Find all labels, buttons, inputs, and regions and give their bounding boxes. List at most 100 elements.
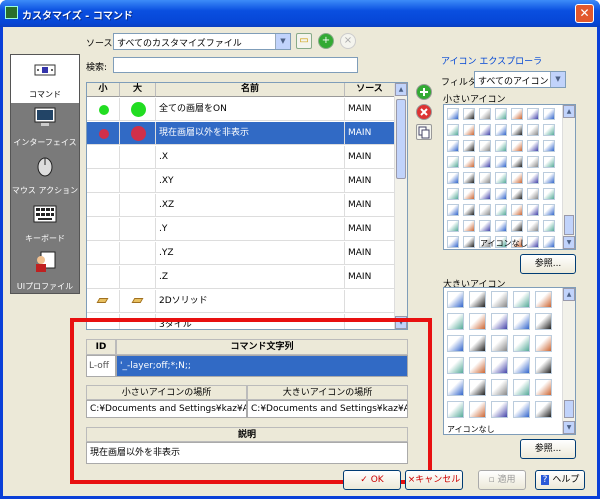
toolbar-icon-tile[interactable] [447, 108, 459, 120]
small-browse-button[interactable]: 参照... [520, 254, 576, 274]
toolbar-icon-tile[interactable] [469, 291, 486, 308]
table-row[interactable]: .Y MAIN [87, 218, 395, 241]
scroll-down-arrow[interactable]: ▼ [563, 236, 575, 249]
toolbar-icon-tile[interactable] [513, 335, 530, 352]
toolbar-icon-tile[interactable] [491, 335, 508, 352]
toolbar-icon-tile[interactable] [463, 124, 475, 136]
toolbar-icon-tile[interactable] [447, 188, 459, 200]
apply-button[interactable]: ▫ 適用 [478, 470, 526, 490]
toolbar-icon-tile[interactable] [479, 140, 491, 152]
toolbar-icon-tile[interactable] [495, 124, 507, 136]
large-icon-scrollbar[interactable]: ▲ ▼ [562, 288, 575, 434]
toolbar-icon-tile[interactable] [447, 357, 464, 374]
toolbar-icon-tile[interactable] [495, 108, 507, 120]
command-list[interactable]: 小 大 名前 ソース 全ての画層をON MAIN 現在画層以外を非表示 MAIN .X M… [86, 82, 408, 330]
toolbar-icon-tile[interactable] [511, 172, 523, 184]
scroll-thumb[interactable] [564, 400, 574, 418]
table-row[interactable]: .X MAIN [87, 146, 395, 169]
scroll-up-arrow[interactable]: ▲ [563, 288, 575, 301]
toolbar-icon-tile[interactable] [463, 108, 475, 120]
add-command-button[interactable] [416, 84, 432, 100]
nav-item-ui-profile[interactable]: UIプロファイル [11, 247, 79, 295]
column-header-small[interactable]: 小 [87, 83, 120, 97]
table-row[interactable]: .XY MAIN [87, 170, 395, 193]
help-button[interactable]: ? ヘルプ [535, 470, 585, 490]
toolbar-icon-tile[interactable] [479, 220, 491, 232]
toolbar-icon-tile[interactable] [543, 156, 555, 168]
toolbar-icon-tile[interactable] [535, 401, 552, 418]
toolbar-icon-tile[interactable] [447, 236, 459, 248]
toolbar-icon-tile[interactable] [527, 140, 539, 152]
toolbar-icon-tile[interactable] [495, 172, 507, 184]
scroll-thumb[interactable] [564, 215, 574, 235]
table-row[interactable]: .Z MAIN [87, 266, 395, 289]
toolbar-icon-tile[interactable] [511, 204, 523, 216]
toolbar-icon-tile[interactable] [511, 124, 523, 136]
toolbar-icon-tile[interactable] [447, 401, 464, 418]
title-bar[interactable]: カスタマイズ - コマンド ✕ [0, 0, 600, 27]
toolbar-icon-tile[interactable] [447, 172, 459, 184]
toolbar-icon-tile[interactable] [495, 204, 507, 216]
toolbar-icon-tile[interactable] [513, 357, 530, 374]
column-header-source[interactable]: ソース [345, 83, 395, 97]
large-browse-button[interactable]: 参照... [520, 439, 576, 459]
toolbar-icon-tile[interactable] [543, 124, 555, 136]
toolbar-icon-tile[interactable] [527, 220, 539, 232]
scroll-up-arrow[interactable]: ▲ [563, 105, 575, 118]
toolbar-icon-tile[interactable] [535, 357, 552, 374]
toolbar-icon-tile[interactable] [463, 204, 475, 216]
cancel-button[interactable]: ×キャンセル [405, 470, 463, 490]
nav-item-mouse-action[interactable]: マウス アクション [11, 151, 79, 199]
toolbar-icon-tile[interactable] [479, 124, 491, 136]
toolbar-icon-tile[interactable] [527, 156, 539, 168]
toolbar-icon-tile[interactable] [463, 236, 475, 248]
toolbar-icon-tile[interactable] [495, 140, 507, 152]
small-icon-pane[interactable]: アイコンなし ▲ ▼ [443, 104, 576, 250]
toolbar-icon-tile[interactable] [447, 156, 459, 168]
table-row[interactable]: .YZ MAIN [87, 242, 395, 265]
small-icon-scrollbar[interactable]: ▲ ▼ [562, 105, 575, 249]
toolbar-icon-tile[interactable] [469, 313, 486, 330]
toolbar-icon-tile[interactable] [527, 124, 539, 136]
table-row[interactable]: 全ての画層をON MAIN [87, 98, 395, 121]
toolbar-icon-tile[interactable] [447, 124, 459, 136]
toolbar-icon-tile[interactable] [535, 379, 552, 396]
toolbar-icon-tile[interactable] [491, 357, 508, 374]
toolbar-icon-tile[interactable] [479, 108, 491, 120]
toolbar-icon-tile[interactable] [527, 188, 539, 200]
table-row[interactable]: 2Dソリッド [87, 290, 395, 313]
toolbar-icon-tile[interactable] [479, 172, 491, 184]
toolbar-icon-tile[interactable] [469, 379, 486, 396]
toolbar-icon-tile[interactable] [511, 220, 523, 232]
toolbar-icon-tile[interactable] [495, 188, 507, 200]
filter-select[interactable]: すべてのアイコン ▼ [474, 71, 566, 88]
table-row[interactable]: 現在画層以外を非表示 MAIN [87, 122, 395, 145]
list-scrollbar[interactable]: ▲ ▼ [394, 83, 407, 329]
toolbar-icon-tile[interactable] [463, 140, 475, 152]
toolbar-icon-tile[interactable] [527, 108, 539, 120]
toolbar-icon-tile[interactable] [527, 236, 539, 248]
toolbar-icon-tile[interactable] [469, 357, 486, 374]
nav-item-interface[interactable]: インターフェイス [11, 103, 79, 151]
toolbar-icon-tile[interactable] [491, 313, 508, 330]
toolbar-icon-tile[interactable] [491, 379, 508, 396]
toolbar-icon-tile[interactable] [463, 172, 475, 184]
toolbar-icon-tile[interactable] [495, 220, 507, 232]
toolbar-icon-tile[interactable] [463, 220, 475, 232]
toolbar-icon-tile[interactable] [469, 401, 486, 418]
large-icon-pane[interactable]: アイコンなし ▲ ▼ [443, 287, 576, 435]
source-select[interactable]: すべてのカスタマイズファイル ▼ [113, 33, 291, 50]
toolbar-icon-tile[interactable] [543, 204, 555, 216]
toolbar-icon-tile[interactable] [543, 140, 555, 152]
toolbar-icon-tile[interactable] [447, 204, 459, 216]
remove-command-button[interactable] [416, 104, 432, 120]
toolbar-icon-tile[interactable] [543, 172, 555, 184]
toolbar-icon-tile[interactable] [513, 313, 530, 330]
toolbar-icon-tile[interactable] [495, 156, 507, 168]
table-row[interactable]: .XZ MAIN [87, 194, 395, 217]
toolbar-icon-tile[interactable] [513, 291, 530, 308]
toolbar-icon-tile[interactable] [479, 156, 491, 168]
toolbar-icon-tile[interactable] [447, 379, 464, 396]
open-file-button[interactable]: ▭ [296, 33, 312, 49]
scroll-thumb[interactable] [396, 99, 406, 179]
